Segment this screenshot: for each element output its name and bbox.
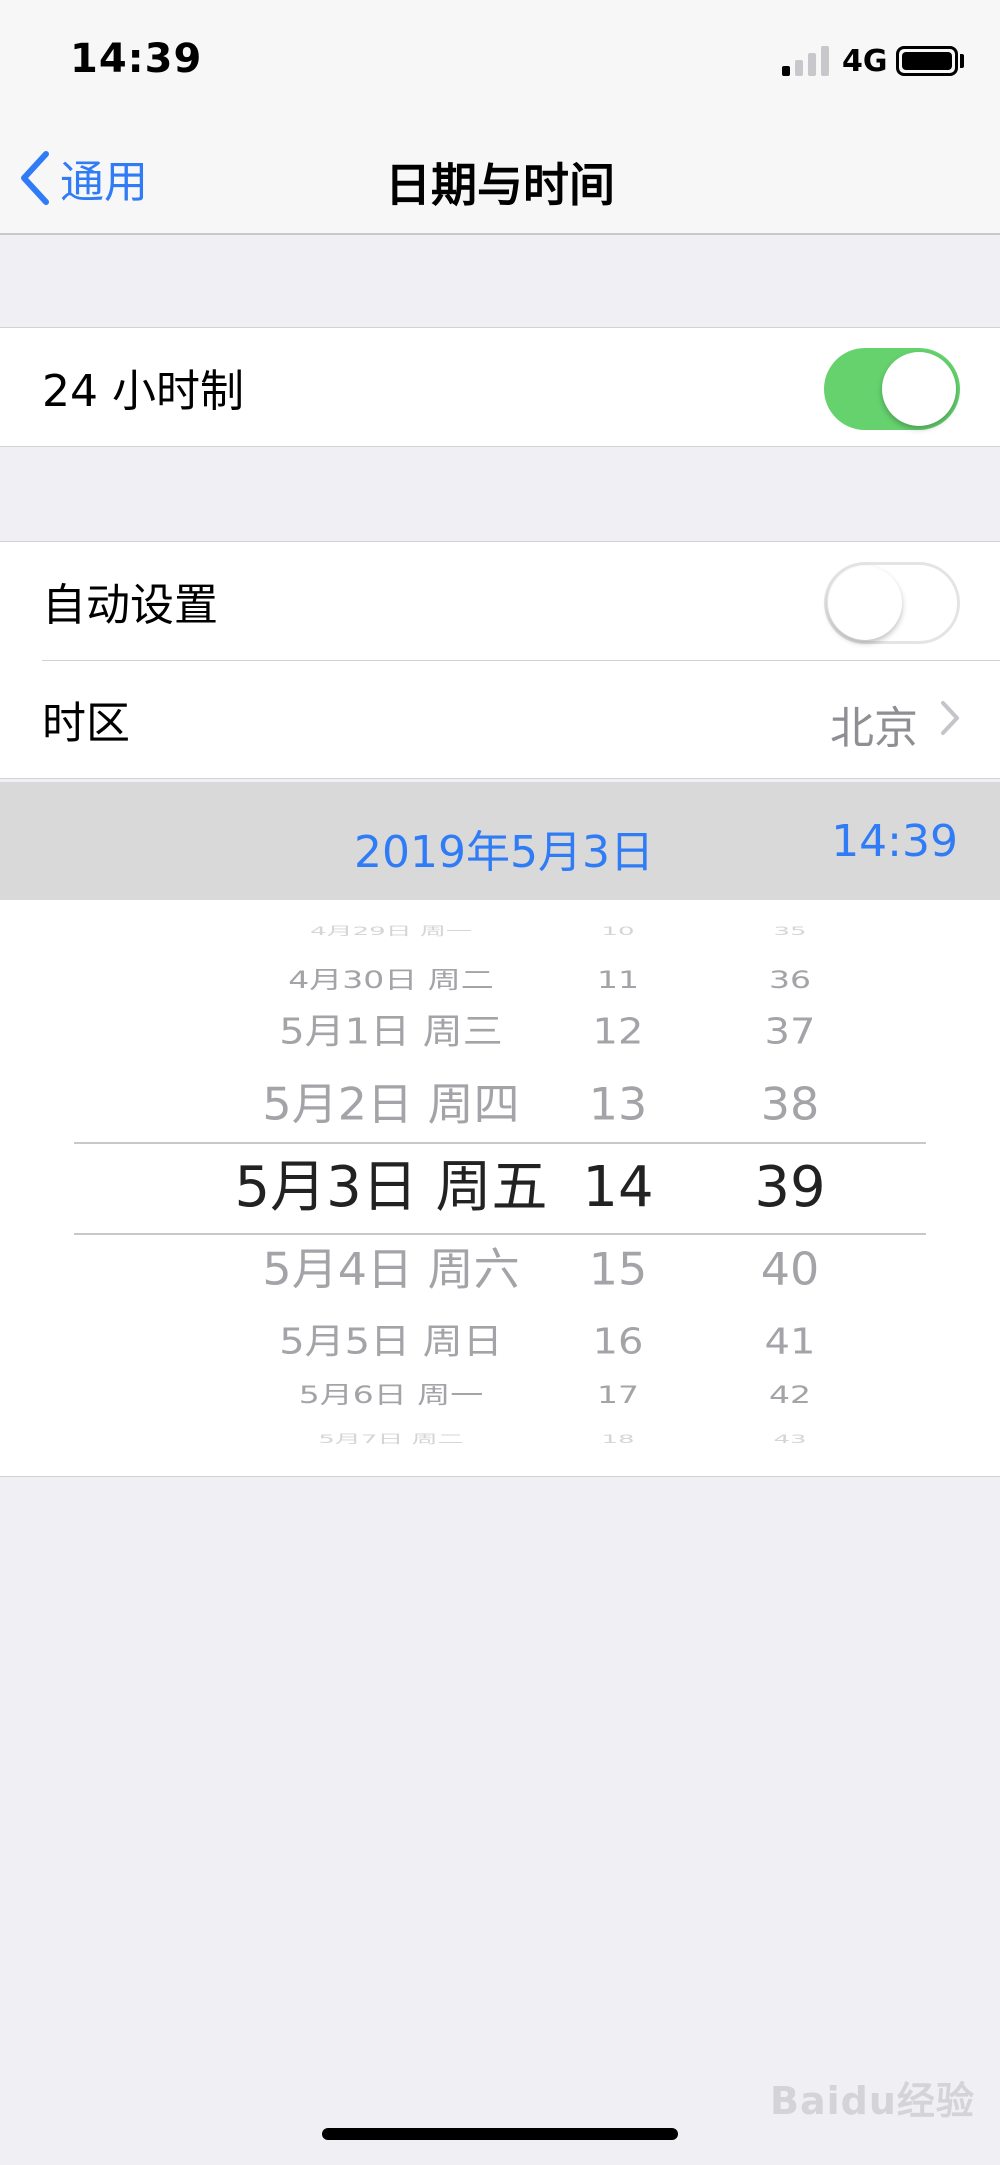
picker-day-option[interactable]: 4月29日 周一 xyxy=(201,925,581,939)
auto-set-label: 自动设置 xyxy=(42,580,218,631)
status-bar: 14:39 4G xyxy=(0,0,1000,125)
timezone-row[interactable]: 时区 北京 xyxy=(0,660,1000,778)
picker-day-option[interactable]: 5月3日 周五 xyxy=(201,1154,581,1221)
timezone-value: 北京 xyxy=(830,703,918,754)
picker-minute-option[interactable]: 42 xyxy=(730,1381,850,1410)
picker-day-option[interactable]: 5月7日 周二 xyxy=(201,1433,581,1447)
battery-icon xyxy=(896,46,958,76)
picker-hour-option[interactable]: 14 xyxy=(558,1154,678,1221)
hour24-toggle[interactable] xyxy=(824,348,960,430)
auto-set-toggle[interactable] xyxy=(824,562,960,644)
picker-minute-option[interactable]: 35 xyxy=(730,925,850,939)
network-type: 4G xyxy=(842,44,888,79)
signal-icon xyxy=(782,44,830,76)
picker-hour-option[interactable]: 13 xyxy=(558,1078,678,1131)
picker-hour-option[interactable]: 16 xyxy=(558,1321,678,1363)
hour24-label: 24 小时制 xyxy=(42,366,244,417)
navigation-bar: 通用 日期与时间 xyxy=(0,125,1000,235)
picker-hour-option[interactable]: 11 xyxy=(558,966,678,995)
date-time-row[interactable]: 2019年5月3日 14:39 xyxy=(0,782,1000,900)
selected-time: 14:39 xyxy=(831,816,958,867)
picker-day-option[interactable]: 5月2日 周四 xyxy=(201,1078,581,1131)
date-time-picker[interactable]: 4月29日 周一 4月30日 周二 5月1日 周三 5月2日 周四 5月3日 周五 5月4… xyxy=(0,900,1000,1477)
datetime-settings-group: 自动设置 时区 北京 xyxy=(0,541,1000,779)
toggle-knob xyxy=(882,352,956,426)
picker-day-option[interactable]: 5月4日 周六 xyxy=(201,1243,581,1296)
picker-minute-option[interactable]: 39 xyxy=(730,1154,850,1221)
home-indicator[interactable] xyxy=(322,2128,678,2140)
picker-day-option[interactable]: 5月1日 周三 xyxy=(201,1011,581,1053)
picker-selection-bottom xyxy=(74,1233,926,1235)
picker-day-option[interactable]: 5月5日 周日 xyxy=(201,1321,581,1363)
picker-day-option[interactable]: 4月30日 周二 xyxy=(201,966,581,995)
hour24-row: 24 小时制 xyxy=(0,328,1000,446)
picker-minute-option[interactable]: 41 xyxy=(730,1321,850,1363)
picker-day-option[interactable]: 5月6日 周一 xyxy=(201,1381,581,1410)
picker-minute-option[interactable]: 36 xyxy=(730,966,850,995)
battery-cap xyxy=(960,54,964,68)
picker-hour-option[interactable]: 12 xyxy=(558,1011,678,1053)
timezone-label: 时区 xyxy=(42,698,130,749)
picker-minute-option[interactable]: 37 xyxy=(730,1011,850,1053)
picker-hour-option[interactable]: 15 xyxy=(558,1243,678,1296)
chevron-right-icon xyxy=(941,701,959,735)
picker-hour-option[interactable]: 10 xyxy=(558,925,678,939)
watermark: Baidu经验 xyxy=(770,2079,975,2123)
selected-date: 2019年5月3日 xyxy=(354,827,654,878)
page-title: 日期与时间 xyxy=(385,158,615,212)
status-time: 14:39 xyxy=(70,36,203,82)
picker-minute-option[interactable]: 38 xyxy=(730,1078,850,1131)
hour-format-group: 24 小时制 xyxy=(0,327,1000,447)
picker-minute-option[interactable]: 40 xyxy=(730,1243,850,1296)
auto-set-row: 自动设置 xyxy=(0,542,1000,660)
picker-hour-option[interactable]: 18 xyxy=(558,1433,678,1447)
picker-hour-option[interactable]: 17 xyxy=(558,1381,678,1410)
picker-minute-option[interactable]: 43 xyxy=(730,1433,850,1447)
picker-selection-top xyxy=(74,1142,926,1144)
toggle-knob xyxy=(828,566,902,640)
